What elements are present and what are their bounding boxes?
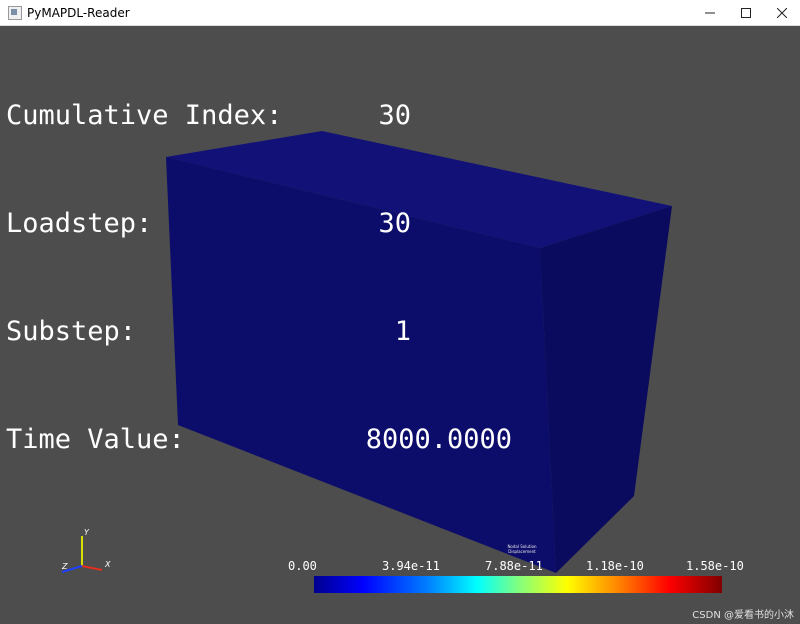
substep-value: 1 [394, 316, 411, 347]
axis-y-label: Y [84, 528, 89, 537]
scalar-bar-title: Nodal Solution Displacement [507, 544, 537, 554]
scalar-bar-tick: 1.58e-10 [686, 559, 744, 573]
maximize-icon [741, 7, 751, 18]
scalar-bar-tick: 1.18e-10 [586, 559, 644, 573]
box-right-face [540, 206, 672, 573]
title-bar[interactable]: PyMAPDL-Reader [0, 0, 800, 26]
close-icon [777, 7, 787, 18]
scalar-bar-tick: 7.88e-11 [485, 559, 543, 573]
scalar-bar-gradient [314, 576, 722, 593]
time-value-value: 8000.0000 [365, 424, 512, 455]
loadstep-value: 30 [378, 208, 411, 239]
maximize-button[interactable] [728, 0, 764, 25]
close-button[interactable] [764, 0, 800, 25]
cumulative-index-label: Cumulative Index: [6, 100, 283, 131]
loadstep-label: Loadstep: [6, 208, 153, 239]
cumulative-index-value: 30 [378, 100, 411, 131]
app-icon [8, 5, 22, 20]
axis-x-label: X [105, 560, 111, 569]
minimize-button[interactable] [692, 0, 728, 25]
substep-label: Substep: [6, 316, 137, 347]
app-window: PyMAPDL-Reader Cumulative Index: 30 Load… [0, 0, 800, 624]
result-info: Cumulative Index: 30 Loadstep: 30 Subste… [6, 26, 512, 530]
scalar-bar-ticks: 0.00 3.94e-11 7.88e-11 1.18e-10 1.58e-10 [288, 559, 758, 575]
render-viewport[interactable]: Cumulative Index: 30 Loadstep: 30 Subste… [0, 26, 800, 624]
orientation-axes: Y X Z [52, 526, 122, 590]
time-value-label: Time Value: [6, 424, 185, 455]
scalar-bar-tick: 3.94e-11 [382, 559, 440, 573]
watermark: CSDN @爱看书的小沐 [692, 610, 794, 621]
axis-z-label: Z [62, 562, 68, 571]
scalar-bar-tick: 0.00 [288, 559, 317, 573]
minimize-icon [705, 12, 715, 13]
window-title: PyMAPDL-Reader [27, 5, 130, 20]
